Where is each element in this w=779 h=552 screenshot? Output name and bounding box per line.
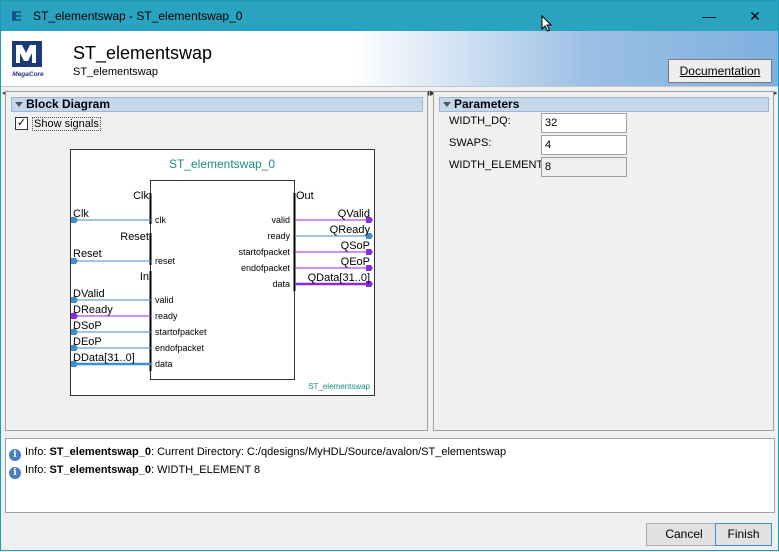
instance-name: ST_elementswap_0 [169,157,275,171]
port-in-data: data [155,359,173,369]
param-swaps-label: SWAPS: [449,137,492,149]
group-out-label: Out [296,190,314,202]
param-swaps-input[interactable]: 4 [541,135,627,155]
signal-dready: DReady [73,304,113,316]
port-in-startofpacket: startofpacket [155,327,207,337]
port-out-endofpacket: endofpacket [241,263,291,273]
signal-qeop: QEoP [341,256,370,268]
wizard-window: ST_elementswap - ST_elementswap_0 — ✕ Me… [0,0,779,551]
signal-qready: QReady [330,224,371,236]
message-panel: i Info: ST_elementswap_0: Current Directo… [5,438,775,513]
parameters-title: Parameters [454,97,520,111]
signal-deop: DEoP [73,336,102,348]
info-icon: i [9,449,21,461]
signal-qdata: QData[31..0] [308,272,370,284]
signal-dsop: DSoP [73,320,102,332]
group-reset-label: Reset [120,231,149,243]
port-in-valid: valid [155,295,174,305]
message-item: i Info: ST_elementswap_0: Current Directo… [9,446,506,461]
group-in-label: In [140,271,149,283]
info-icon: i [9,467,21,479]
port-out-startofpacket: startofpacket [238,247,290,257]
signal-qvalid: QValid [338,208,370,220]
port-reset: reset [155,256,176,266]
param-width-dq-label: WIDTH_DQ: [449,115,511,127]
collapse-triangle-icon[interactable] [443,102,451,107]
param-width-dq-input[interactable]: 32 [541,113,627,133]
port-clk: clk [155,215,166,225]
signal-ddata: DData[31..0] [73,352,135,364]
finish-button[interactable]: Finish [715,523,772,546]
port-out-ready: ready [267,231,290,241]
signal-reset: Reset [73,248,102,260]
mouse-cursor-icon [541,15,553,32]
cancel-button[interactable]: Cancel [646,523,722,546]
message-item: i Info: ST_elementswap_0: WIDTH_ELEMENT 8 [9,464,260,479]
signal-qsop: QSoP [341,240,370,252]
signal-clk: Clk [73,208,89,220]
group-clk-label: Clk [133,190,149,202]
parameters-header[interactable]: Parameters [439,97,769,112]
port-out-valid: valid [271,215,290,225]
param-width-element-label: WIDTH_ELEMENT: [449,159,545,171]
port-out-data: data [272,279,290,289]
param-width-element-value: 8 [541,157,627,177]
signal-dvalid: DValid [73,288,105,300]
module-name: ST_elementswap [308,382,370,391]
port-in-endofpacket: endofpacket [155,343,205,353]
port-in-ready: ready [155,311,178,321]
